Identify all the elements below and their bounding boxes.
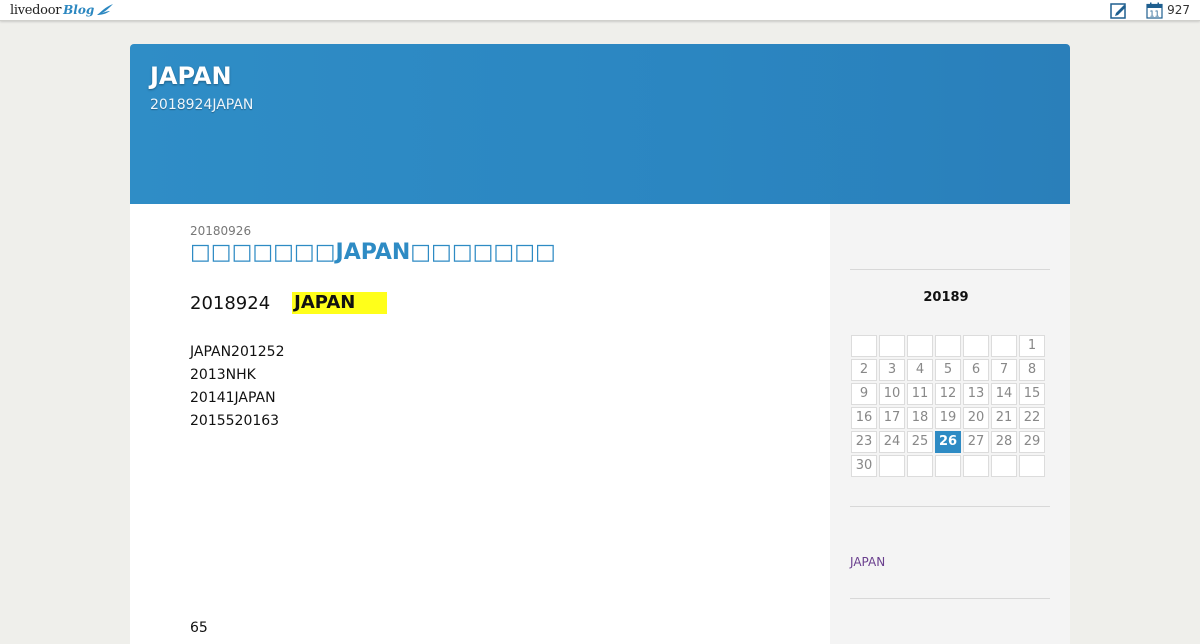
calendar-day[interactable]: 17 bbox=[879, 407, 905, 429]
blog-title[interactable]: JAPAN bbox=[150, 62, 232, 90]
calendar-icon: 11 bbox=[1146, 2, 1163, 19]
post-body: JAPAN201252 2013NHK 20141JAPAN 201552016… bbox=[190, 344, 285, 436]
calendar-day[interactable]: 10 bbox=[879, 383, 905, 405]
calendar-day bbox=[1019, 455, 1045, 477]
calendar-day[interactable]: 24 bbox=[879, 431, 905, 453]
calendar-day[interactable]: 12 bbox=[935, 383, 961, 405]
calendar-day bbox=[879, 335, 905, 357]
calendar-day[interactable]: 2 bbox=[851, 359, 877, 381]
calendar-day[interactable]: 27 bbox=[963, 431, 989, 453]
sidebar-divider bbox=[850, 506, 1050, 507]
edit-icon bbox=[1110, 2, 1127, 19]
calendar-day[interactable]: 9 bbox=[851, 383, 877, 405]
calendar-day[interactable]: 6 bbox=[963, 359, 989, 381]
post-lead-text: 2018924 bbox=[190, 292, 271, 314]
post-title[interactable]: □□□□□□□JAPAN□□□□□□□ bbox=[190, 240, 556, 265]
blog-header: JAPAN 2018924JAPAN bbox=[130, 44, 1070, 204]
post-date: 20180926 bbox=[190, 224, 252, 238]
calendar-day[interactable]: 29 bbox=[1019, 431, 1045, 453]
livedoor-blog-logo[interactable]: livedoor Blog bbox=[10, 1, 114, 19]
calendar-day[interactable]: 8 bbox=[1019, 359, 1045, 381]
calendar-day[interactable]: 15 bbox=[1019, 383, 1045, 405]
post-lead: 2018924 JAPAN bbox=[190, 291, 388, 315]
highlighted-text: JAPAN bbox=[292, 292, 388, 314]
calendar-day bbox=[963, 335, 989, 357]
post-body-line: 2015520163 bbox=[190, 413, 280, 429]
calendar-day[interactable]: 19 bbox=[935, 407, 961, 429]
edit-button[interactable] bbox=[1110, 2, 1128, 19]
calendar-title: 20189 bbox=[923, 290, 969, 305]
logo-text: livedoor bbox=[10, 2, 62, 18]
calendar-grid: 1 2 3 4 5 6 7 8 9 10 11 12 13 14 15 16 17 18 19 20 21 22 23 24 2… bbox=[851, 335, 1045, 477]
blog-wrapper: JAPAN 2018924JAPAN 20180926 □□□□□□□JAPAN… bbox=[130, 44, 1070, 644]
calendar-day[interactable]: 22 bbox=[1019, 407, 1045, 429]
calendar-day bbox=[879, 455, 905, 477]
sidebar: 20189 1 2 3 4 5 6 7 8 9 10 11 12 13 14 15 16 17 18 19 20 21 2… bbox=[830, 204, 1070, 644]
calendar-day bbox=[991, 455, 1017, 477]
calendar-day[interactable]: 16 bbox=[851, 407, 877, 429]
calendar-day[interactable]: 20 bbox=[963, 407, 989, 429]
calendar-count-button[interactable]: 11 927 bbox=[1146, 2, 1190, 19]
calendar-day[interactable]: 30 bbox=[851, 455, 877, 477]
category-link[interactable]: JAPAN bbox=[850, 555, 885, 569]
calendar-day[interactable]: 21 bbox=[991, 407, 1017, 429]
post-body-line: 2013NHK bbox=[190, 367, 256, 383]
calendar-day[interactable]: 4 bbox=[907, 359, 933, 381]
logo-sub-text: Blog bbox=[63, 3, 95, 17]
sidebar-divider bbox=[850, 598, 1050, 599]
calendar-day bbox=[935, 335, 961, 357]
top-bar: livedoor Blog 11 927 bbox=[0, 0, 1200, 21]
calendar-day[interactable]: 23 bbox=[851, 431, 877, 453]
calendar-day bbox=[907, 455, 933, 477]
post-footer-text: 65 bbox=[190, 620, 208, 636]
blog-description: 2018924JAPAN bbox=[150, 97, 254, 113]
sidebar-divider bbox=[850, 269, 1050, 270]
calendar-day bbox=[963, 455, 989, 477]
calendar-day[interactable]: 25 bbox=[907, 431, 933, 453]
post-body-line: JAPAN201252 bbox=[190, 344, 285, 360]
calendar-day[interactable]: 7 bbox=[991, 359, 1017, 381]
calendar-day[interactable]: 3 bbox=[879, 359, 905, 381]
calendar-day[interactable]: 14 bbox=[991, 383, 1017, 405]
calendar-day[interactable]: 13 bbox=[963, 383, 989, 405]
calendar-day[interactable]: 1 bbox=[1019, 335, 1045, 357]
post-body-line: 20141JAPAN bbox=[190, 390, 276, 406]
calendar-day[interactable]: 5 bbox=[935, 359, 961, 381]
calendar-day[interactable]: 18 bbox=[907, 407, 933, 429]
calendar-icon-day: 11 bbox=[1150, 9, 1160, 18]
calendar-day[interactable]: 28 bbox=[991, 431, 1017, 453]
calendar-day bbox=[851, 335, 877, 357]
count-text: 927 bbox=[1167, 3, 1190, 17]
calendar-day bbox=[991, 335, 1017, 357]
calendar-day bbox=[935, 455, 961, 477]
main-content: 20180926 □□□□□□□JAPAN□□□□□□□ 2018924 JAP… bbox=[130, 204, 830, 644]
calendar-day-today[interactable]: 26 bbox=[935, 431, 961, 453]
calendar-day bbox=[907, 335, 933, 357]
bird-icon bbox=[97, 4, 114, 15]
calendar-day[interactable]: 11 bbox=[907, 383, 933, 405]
